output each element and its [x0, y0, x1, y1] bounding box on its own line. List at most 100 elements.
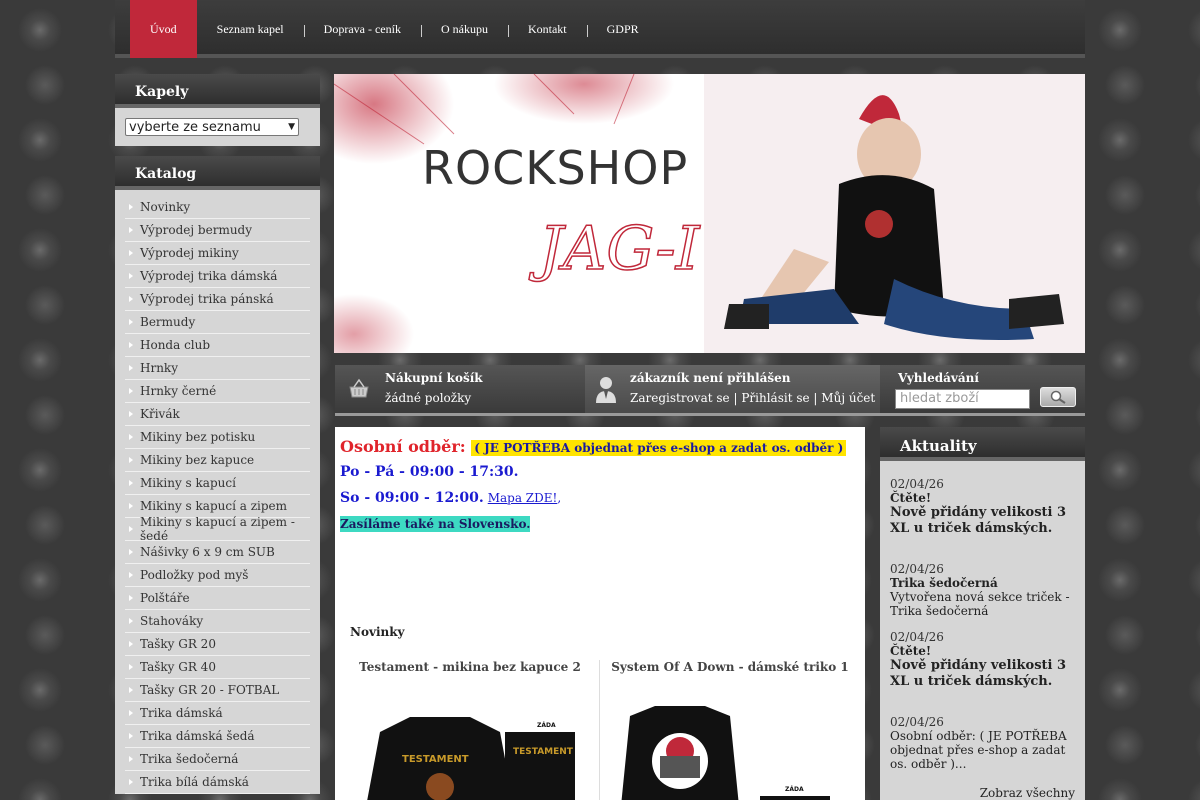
top-navigation: Úvod Seznam kapel Doprava - ceník O náku…: [115, 0, 1085, 58]
news-item[interactable]: 02/04/26 Čtěte! Nově přidány velikosti 3…: [890, 630, 1075, 715]
left-sidebar: Kapely vyberte ze seznamu ▼ Katalog Novi…: [115, 74, 320, 794]
news-title[interactable]: Čtěte!: [890, 644, 1075, 658]
category-item[interactable]: Bermudy: [125, 311, 310, 334]
svg-text:TESTAMENT: TESTAMENT: [402, 754, 469, 765]
category-item[interactable]: Hrnky černé: [125, 380, 310, 403]
band-select[interactable]: vyberte ze seznamu ▼: [125, 118, 299, 136]
product-card[interactable]: System Of A Down - dámské triko 1 ZÁDA: [600, 660, 860, 800]
login-link[interactable]: Přihlásit se: [741, 391, 809, 405]
pickup-info: Osobní odběr: ( JE POTŘEBA objednat přes…: [340, 437, 847, 456]
basket-icon: [349, 378, 369, 398]
chevron-down-icon: ▼: [288, 122, 295, 132]
cart-title[interactable]: Nákupní košík: [385, 371, 483, 385]
category-item[interactable]: Nášivky 6 x 9 cm SUB: [125, 541, 310, 564]
account-link[interactable]: Můj účet: [821, 391, 875, 405]
search-input[interactable]: hledat zboží: [895, 389, 1030, 409]
register-link[interactable]: Zaregistrovat se: [630, 391, 730, 405]
category-item[interactable]: Trika dámská šedá: [125, 725, 310, 748]
slovakia-note: Zasíláme také na Slovensko.: [340, 516, 531, 532]
category-item[interactable]: Trika dámská: [125, 702, 310, 725]
show-all-news-link[interactable]: Zobraz všechny: [980, 786, 1075, 800]
nav-item-uvod[interactable]: Úvod: [130, 0, 197, 58]
product-image[interactable]: TESTAMENT TESTAMENT ZÁDA: [340, 692, 600, 800]
category-item[interactable]: Výprodej mikiny: [125, 242, 310, 265]
hours-saturday-row: So - 09:00 - 12:00. Mapa ZDE!,: [340, 490, 562, 506]
rockshop-banner: ROCKSHOP JAG-I: [334, 74, 1085, 353]
category-item[interactable]: Polštáře: [125, 587, 310, 610]
news-date: 02/04/26: [890, 477, 944, 491]
news-date: 02/04/26: [890, 630, 944, 644]
news-title[interactable]: Čtěte!: [890, 491, 1075, 505]
category-list: Novinky Výprodej bermudy Výprodej mikiny Vý…: [115, 190, 320, 794]
banner-illustration: ROCKSHOP JAG-I: [334, 74, 1085, 353]
category-item[interactable]: Hrnky: [125, 357, 310, 380]
nav-item-doprava[interactable]: Doprava - ceník: [303, 0, 421, 58]
product-name[interactable]: Testament - mikina bez kapuce 2: [340, 660, 600, 674]
kid-photo: [704, 74, 1085, 353]
category-item[interactable]: Mikiny bez potisku: [125, 426, 310, 449]
category-item[interactable]: Tašky GR 20: [125, 633, 310, 656]
toolbar-bar: Nákupní košík žádné položky zákazník nen…: [335, 365, 1085, 416]
user-icon: [596, 377, 616, 403]
news-item[interactable]: 02/04/26 Osobní odběr: ( JE POTŘEBA obje…: [890, 715, 1075, 771]
category-item[interactable]: Výprodej bermudy: [125, 219, 310, 242]
nav-item-kontakt[interactable]: Kontakt: [507, 0, 587, 58]
svg-text:ZÁDA: ZÁDA: [537, 722, 556, 729]
category-item[interactable]: Trika bílá dámská: [125, 771, 310, 794]
category-item[interactable]: Stahováky: [125, 610, 310, 633]
news-list: 02/04/26 Čtěte! Nově přidány velikosti 3…: [880, 461, 1085, 771]
novinky-heading: Novinky: [350, 625, 405, 639]
banner-title: ROCKSHOP: [422, 141, 688, 195]
news-date: 02/04/26: [890, 562, 944, 576]
pickup-note: ( JE POTŘEBA objednat přes e-shop a zada…: [471, 440, 847, 456]
news-item[interactable]: 02/04/26 Trika šedočerná Vytvořena nová …: [890, 562, 1075, 630]
svg-text:TESTAMENT: TESTAMENT: [513, 747, 574, 757]
news-sidebar: Aktuality 02/04/26 Čtěte! Nově přidány v…: [880, 427, 1085, 800]
page-wrapper: Úvod Seznam kapel Doprava - ceník O náku…: [115, 0, 1085, 800]
user-status: zákazník není přihlášen: [630, 371, 791, 385]
separator: |: [733, 391, 738, 405]
nav-item-seznam-kapel[interactable]: Seznam kapel: [197, 0, 304, 58]
cart-status: žádné položky: [385, 391, 472, 405]
category-item[interactable]: Novinky: [125, 196, 310, 219]
nav-item-gdpr[interactable]: GDPR: [586, 0, 659, 58]
category-item[interactable]: Podložky pod myš: [125, 564, 310, 587]
category-item[interactable]: Křivák: [125, 403, 310, 426]
band-select-value: vyberte ze seznamu: [129, 119, 261, 135]
category-item[interactable]: Výprodej trika pánská: [125, 288, 310, 311]
pickup-label: Osobní odběr:: [340, 437, 466, 456]
category-item[interactable]: Trika šedočerná: [125, 748, 310, 771]
category-item[interactable]: Tašky GR 40: [125, 656, 310, 679]
search-title: Vyhledávání: [898, 371, 979, 385]
main-content: Osobní odběr: ( JE POTŘEBA objednat přes…: [335, 427, 865, 800]
news-title[interactable]: Trika šedočerná: [890, 576, 1075, 590]
product-image[interactable]: ZÁDA: [600, 686, 860, 800]
news-text: Nově přidány velikosti 3 XL u triček dám…: [890, 658, 1067, 689]
katalog-heading: Katalog: [115, 156, 320, 190]
category-item[interactable]: Honda club: [125, 334, 310, 357]
category-item[interactable]: Tašky GR 20 - FOTBAL: [125, 679, 310, 702]
news-date: 02/04/26: [890, 715, 944, 729]
svg-text:ZÁDA: ZÁDA: [785, 786, 804, 793]
search-icon: [1050, 390, 1066, 404]
banner-script: JAG-I: [528, 214, 701, 284]
kapely-heading: Kapely: [115, 74, 320, 108]
category-item[interactable]: Mikiny s kapucí: [125, 472, 310, 495]
news-text: Osobní odběr: ( JE POTŘEBA objednat přes…: [890, 729, 1067, 771]
aktuality-heading: Aktuality: [880, 427, 1085, 461]
nav-item-o-nakupu[interactable]: O nákupu: [420, 0, 508, 58]
separator: |: [813, 391, 818, 405]
product-card[interactable]: Testament - mikina bez kapuce 2 TESTAMEN…: [340, 660, 600, 800]
category-item[interactable]: Mikiny bez kapuce: [125, 449, 310, 472]
kapely-box: vyberte ze seznamu ▼: [115, 108, 320, 146]
news-item[interactable]: 02/04/26 Čtěte! Nově přidány velikosti 3…: [890, 477, 1075, 562]
hours-saturday: So - 09:00 - 12:00: [340, 490, 479, 506]
news-text: Vytvořena nová sekce triček - Trika šedo…: [890, 590, 1070, 618]
news-text: Nově přidány velikosti 3 XL u triček dám…: [890, 505, 1067, 536]
map-link[interactable]: Mapa ZDE!: [488, 491, 558, 505]
product-name[interactable]: System Of A Down - dámské triko 1: [600, 660, 860, 674]
category-item[interactable]: Mikiny s kapucí a zipem - šedé: [125, 515, 310, 543]
category-item[interactable]: Výprodej trika dámská: [125, 265, 310, 288]
search-button[interactable]: [1040, 387, 1076, 407]
hours-weekday: Po - Pá - 09:00 - 17:30.: [340, 464, 519, 480]
